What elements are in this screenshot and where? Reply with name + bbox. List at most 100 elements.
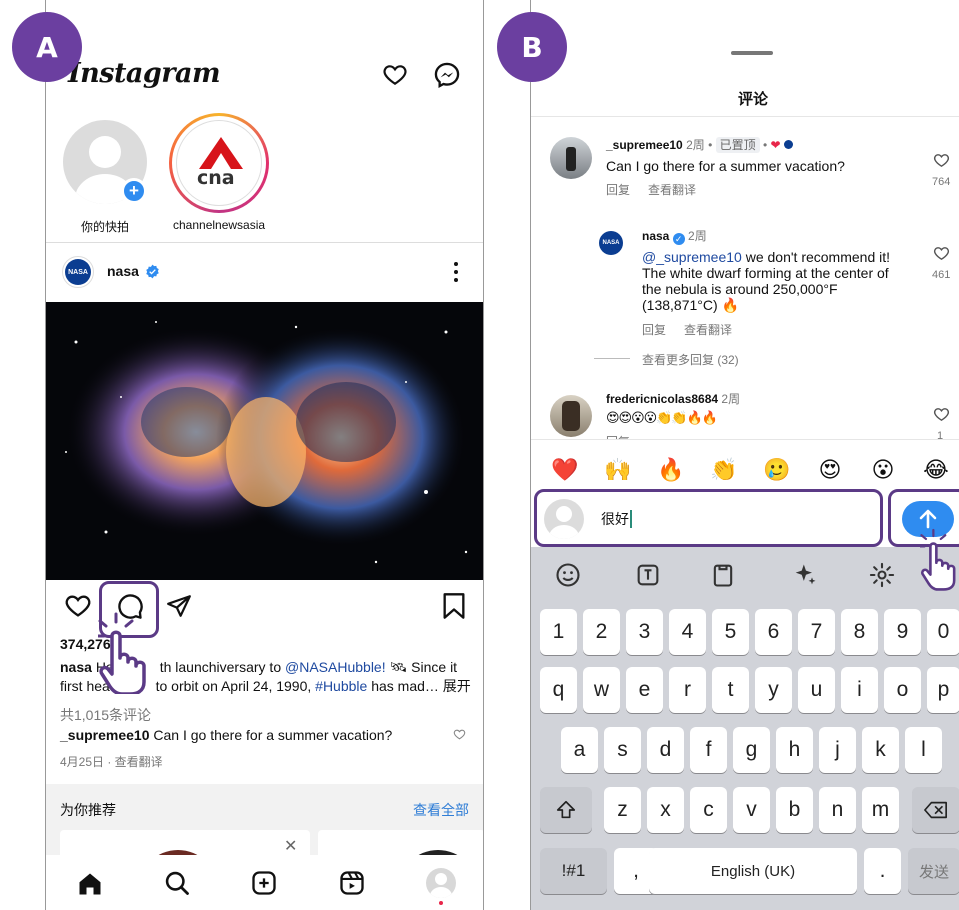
key[interactable]: p — [927, 667, 959, 713]
key[interactable]: 3 — [626, 609, 663, 655]
sticker-icon[interactable] — [634, 561, 662, 589]
space-key[interactable]: English (UK) — [649, 848, 857, 894]
key[interactable]: d — [647, 727, 684, 773]
your-story[interactable]: + — [63, 120, 149, 206]
send-key[interactable]: 发送 — [908, 848, 959, 894]
key[interactable]: 4 — [669, 609, 706, 655]
messenger-icon[interactable] — [433, 61, 461, 89]
clipboard-icon[interactable] — [709, 561, 737, 589]
avatar[interactable] — [550, 137, 592, 179]
story-channelnewsasia[interactable]: cna — [169, 113, 269, 213]
key[interactable]: j — [819, 727, 856, 773]
home-icon[interactable] — [76, 870, 104, 898]
post-username[interactable]: nasa — [107, 263, 139, 279]
key[interactable]: z — [604, 787, 641, 833]
emoji-reaction[interactable]: ❤️ — [548, 453, 582, 487]
avatar[interactable] — [550, 395, 592, 437]
key[interactable]: k — [862, 727, 899, 773]
comment-username[interactable]: _supremee10 — [60, 727, 150, 743]
key[interactable]: 6 — [755, 609, 792, 655]
key[interactable]: q — [540, 667, 577, 713]
key[interactable]: c — [690, 787, 727, 833]
reels-icon[interactable] — [338, 869, 366, 897]
reply-button[interactable]: 回复 — [642, 321, 666, 338]
view-all-comments[interactable]: 共1,015条评论 — [60, 705, 151, 725]
post-date[interactable]: 4月25日 · 查看翻译 — [60, 753, 163, 770]
tap-hand-icon — [98, 612, 146, 694]
key[interactable]: 8 — [841, 609, 878, 655]
key[interactable]: t — [712, 667, 749, 713]
comment-like-icon[interactable] — [933, 245, 950, 262]
expand-link[interactable]: 展开 — [443, 678, 471, 694]
add-story-icon[interactable]: + — [121, 178, 147, 204]
key[interactable]: u — [798, 667, 835, 713]
key[interactable]: f — [690, 727, 727, 773]
key[interactable]: o — [884, 667, 921, 713]
key[interactable]: y — [755, 667, 792, 713]
comment-like-icon[interactable] — [453, 728, 466, 741]
close-icon[interactable]: ✕ — [284, 836, 297, 856]
key[interactable]: 7 — [798, 609, 835, 655]
emoji-reaction[interactable]: 👏 — [707, 453, 741, 487]
key[interactable]: h — [776, 727, 813, 773]
symbols-key[interactable]: !#1 — [540, 848, 607, 894]
caption-mention[interactable]: @NASAHubble! — [285, 659, 386, 675]
key[interactable]: 9 — [884, 609, 921, 655]
comment-username[interactable]: _supremee10 — [606, 138, 683, 152]
comment-like-icon[interactable] — [933, 406, 950, 423]
key[interactable]: 5 — [712, 609, 749, 655]
key[interactable]: e — [626, 667, 663, 713]
emoji-keyboard-icon[interactable] — [554, 561, 582, 589]
key[interactable]: v — [733, 787, 770, 833]
create-post-icon[interactable] — [250, 869, 278, 897]
emoji-reaction[interactable]: 🥲 — [760, 453, 794, 487]
key[interactable]: 2 — [583, 609, 620, 655]
comment-mention[interactable]: @_supremee10 — [642, 249, 742, 265]
emoji-reaction[interactable]: 😮 — [866, 453, 900, 487]
comment-username[interactable]: fredericnicolas8684 — [606, 392, 718, 406]
post-image[interactable] — [46, 302, 483, 580]
like-icon[interactable] — [64, 592, 92, 620]
translate-button[interactable]: 查看翻译 — [648, 181, 696, 198]
key[interactable]: b — [776, 787, 813, 833]
reply-button[interactable]: 回复 — [606, 181, 630, 198]
emoji-reaction[interactable]: 🔥 — [654, 453, 688, 487]
save-icon[interactable] — [442, 592, 466, 620]
key[interactable]: a — [561, 727, 598, 773]
avatar[interactable]: NASA — [599, 231, 623, 255]
settings-icon[interactable] — [868, 561, 896, 589]
more-options-icon[interactable] — [454, 262, 458, 282]
shift-key[interactable] — [540, 787, 592, 833]
key[interactable]: s — [604, 727, 641, 773]
emoji-reaction[interactable]: 😍 — [813, 453, 847, 487]
see-all-link[interactable]: 查看全部 — [413, 800, 469, 820]
key[interactable]: x — [647, 787, 684, 833]
comment-username[interactable]: nasa — [642, 229, 669, 243]
ai-sparkle-icon[interactable] — [791, 561, 819, 589]
translate-button[interactable]: 查看翻译 — [684, 321, 732, 338]
key[interactable]: m — [862, 787, 899, 833]
comment-like-icon[interactable] — [933, 152, 950, 169]
period-key[interactable]: . — [864, 848, 901, 894]
search-icon[interactable] — [163, 869, 191, 897]
key[interactable]: g — [733, 727, 770, 773]
view-more-replies[interactable]: 查看更多回复 (32) — [642, 351, 739, 368]
backspace-key[interactable] — [912, 787, 959, 833]
story-label: 你的快拍 — [81, 220, 130, 234]
sheet-drag-handle[interactable] — [731, 51, 773, 55]
heart-icon[interactable] — [382, 62, 408, 88]
profile-avatar[interactable] — [426, 868, 456, 898]
key[interactable]: i — [841, 667, 878, 713]
key[interactable]: 1 — [540, 609, 577, 655]
caption-username[interactable]: nasa — [60, 659, 92, 675]
key[interactable]: 0 — [927, 609, 959, 655]
key[interactable]: n — [819, 787, 856, 833]
emoji-reaction[interactable]: 🙌 — [601, 453, 635, 487]
key[interactable]: w — [583, 667, 620, 713]
emoji-reaction[interactable]: 😂 — [919, 453, 953, 487]
key[interactable]: r — [669, 667, 706, 713]
avatar[interactable]: NASA — [62, 256, 94, 288]
caption-hashtag[interactable]: #Hubble — [315, 678, 367, 694]
share-icon[interactable] — [166, 593, 192, 619]
key[interactable]: l — [905, 727, 942, 773]
